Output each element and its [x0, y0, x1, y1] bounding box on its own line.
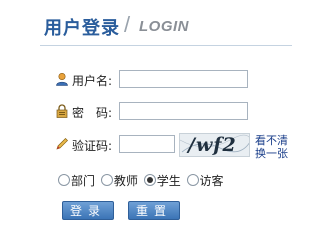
role-label-teacher: 教师	[113, 174, 138, 188]
role-radio-department[interactable]	[58, 174, 70, 186]
role-option-student[interactable]: 学生	[143, 172, 181, 189]
password-field[interactable]	[119, 102, 248, 120]
captcha-label: 验证码:	[72, 139, 113, 153]
role-label-visitor: 访客	[199, 174, 224, 188]
login-header: 用户登录 / LOGIN	[44, 12, 306, 44]
captcha-field[interactable]	[119, 135, 175, 153]
username-label: 用户名:	[72, 74, 113, 88]
role-radio-teacher[interactable]	[100, 174, 113, 186]
role-option-teacher[interactable]: 教师	[100, 172, 138, 189]
captcha-text: /wf2	[188, 134, 237, 156]
role-label-student: 学生	[156, 174, 181, 188]
header-divider	[40, 45, 292, 46]
refresh-line-1: 看不清	[255, 134, 288, 147]
lock-icon	[56, 104, 68, 118]
role-option-department[interactable]: 部门	[58, 172, 95, 189]
username-field[interactable]	[119, 70, 248, 88]
role-radio-group: 部门 教师 学生 访客	[58, 172, 226, 188]
pencil-icon	[56, 138, 68, 150]
reset-button[interactable]: 重置	[128, 201, 180, 220]
captcha-image[interactable]: /wf2	[179, 133, 250, 157]
refresh-captcha-link[interactable]: 看不清 换一张	[255, 134, 291, 160]
page-title: 用户登录	[44, 18, 120, 39]
login-button[interactable]: 登录	[62, 201, 114, 220]
role-option-visitor[interactable]: 访客	[186, 172, 224, 189]
role-radio-visitor[interactable]	[186, 174, 199, 186]
role-label-department: 部门	[71, 174, 96, 188]
title-separator: /	[124, 12, 131, 37]
role-radio-student[interactable]	[143, 174, 156, 186]
password-label: 密 码:	[72, 106, 113, 120]
user-icon	[56, 72, 68, 86]
page-subtitle: LOGIN	[139, 18, 189, 35]
refresh-line-2: 换一张	[255, 147, 288, 160]
